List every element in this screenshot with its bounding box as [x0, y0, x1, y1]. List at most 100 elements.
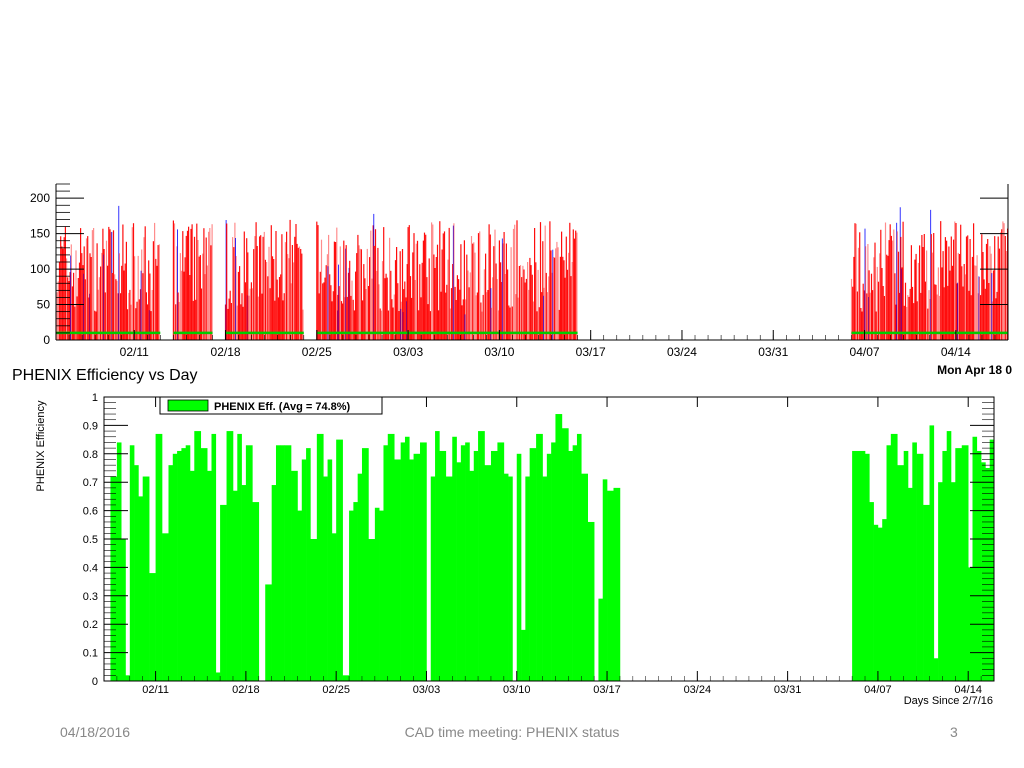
efficiency-bar [912, 442, 917, 681]
footer-page-number: 3 [950, 724, 958, 740]
eff-x-tick-label: 03/03 [413, 684, 441, 696]
efficiency-bar [508, 476, 513, 681]
efficiency-bar [576, 433, 582, 681]
efficiency-bar [168, 465, 174, 681]
efficiency-bar [581, 473, 588, 681]
efficiency-bar [200, 448, 208, 681]
efficiency-bar [613, 487, 621, 681]
efficiency-bar [938, 482, 943, 681]
rate-chart: 0 50 100 150 200 02/11 02/18 02/25 03/03 03/10 03/… [30, 183, 1009, 359]
efficiency-bar [252, 502, 260, 681]
efficiency-bar [852, 450, 866, 681]
efficiency-bar [478, 431, 485, 681]
efficiency-bar [374, 507, 380, 681]
efficiency-bar [368, 539, 376, 681]
efficiency-bar [897, 465, 905, 681]
efficiency-bar [873, 524, 879, 681]
efficiency-bar [465, 442, 470, 681]
efficiency-bar [946, 431, 952, 681]
efficiency-bar [121, 539, 126, 681]
rate-x-tick-label: 03/03 [393, 345, 423, 359]
efficiency-bar [869, 502, 874, 681]
efficiency-bar [923, 504, 930, 681]
rate-x-tick-label: 02/11 [120, 345, 149, 359]
eff-x-tick-label: 03/31 [774, 684, 802, 696]
efficiency-bar [220, 504, 227, 681]
efficiency-bar [908, 487, 913, 681]
eff-y-tick-label: 0.7 [83, 477, 98, 489]
efficiency-bar [129, 445, 135, 681]
efficiency-bar [976, 450, 982, 681]
efficiency-bar [521, 629, 526, 681]
efficiency-bar [602, 479, 608, 681]
efficiency-bar [342, 675, 350, 681]
efficiency-bar [323, 476, 328, 681]
timestamp-label: Mon Apr 18 0 [937, 363, 1012, 377]
efficiency-bar [265, 584, 272, 681]
efficiency-bar [942, 450, 948, 681]
efficiency-bar [961, 445, 969, 681]
efficiency-bar [379, 510, 384, 681]
efficiency-bar [916, 453, 924, 681]
eff-y-tick-label: 0 [92, 676, 98, 688]
efficiency-bar [439, 450, 447, 681]
chart-title: PHENIX Efficiency vs Day [12, 367, 198, 384]
efficiency-bar [951, 482, 956, 681]
rate-x-tick-label: 02/18 [211, 345, 241, 359]
efficiency-bar [172, 453, 178, 681]
rate-x-tick-label: 02/25 [302, 345, 332, 359]
efficiency-bar [933, 658, 939, 681]
efficiency-bar [306, 448, 311, 681]
eff-y-tick-label: 0.9 [83, 420, 98, 432]
efficiency-bar [516, 453, 522, 681]
efficiency-bar [149, 573, 156, 681]
efficiency-bar [456, 462, 462, 681]
efficiency-bar [155, 433, 163, 681]
efficiency-bar [237, 433, 242, 681]
efficiency-bar [336, 439, 343, 681]
efficiency-bar [383, 445, 389, 681]
x-axis-label: Days Since 2/7/16 [904, 695, 993, 707]
efficiency-bar [394, 459, 401, 681]
efficiency-bar [882, 519, 887, 681]
legend-label: PHENIX Eff. (Avg = 74.8%) [214, 401, 351, 413]
efficiency-bar [903, 450, 909, 681]
efficiency-bar [536, 433, 543, 681]
efficiency-bar [215, 672, 221, 681]
eff-y-tick-label: 0.6 [83, 506, 98, 518]
efficiency-bar [890, 433, 898, 681]
efficiency-bar [561, 428, 569, 681]
efficiency-bar [245, 445, 253, 681]
efficiency-bar [555, 414, 563, 681]
eff-x-tick-label: 03/10 [503, 684, 531, 696]
eff-y-tick-label: 0.2 [83, 619, 98, 631]
eff-x-tick-label: 02/25 [322, 684, 350, 696]
efficiency-bar [284, 445, 292, 681]
efficiency-bar [297, 510, 303, 681]
efficiency-bar [525, 476, 530, 681]
efficiency-bar [955, 448, 963, 681]
efficiency-bar [226, 431, 234, 681]
efficiency-bar [452, 436, 457, 681]
efficiency-bar [430, 476, 436, 681]
efficiency-bar [490, 450, 498, 681]
efficiency-bar [177, 450, 182, 681]
efficiency-bar [349, 510, 354, 681]
efficiency-bar [241, 485, 247, 681]
rate-bars [55, 205, 1009, 340]
efficiency-bar [162, 533, 169, 681]
efficiency-bar [232, 490, 238, 681]
efficiency-bar [316, 433, 324, 681]
footer-title: CAD time meeting: PHENIX status [404, 724, 620, 740]
legend: PHENIX Eff. (Avg = 74.8%) [159, 396, 383, 415]
efficiency-bar [142, 476, 150, 681]
rate-x-tick-label: 04/07 [850, 345, 880, 359]
efficiency-bar [503, 473, 509, 681]
efficiency-bar [435, 431, 440, 681]
efficiency-bar [207, 470, 212, 681]
eff-y-tick-label: 1 [92, 392, 98, 404]
efficiency-bar [985, 468, 990, 681]
efficiency-bar [546, 453, 552, 681]
efficiency-bar [568, 450, 573, 681]
efficiency-bar [189, 470, 195, 681]
